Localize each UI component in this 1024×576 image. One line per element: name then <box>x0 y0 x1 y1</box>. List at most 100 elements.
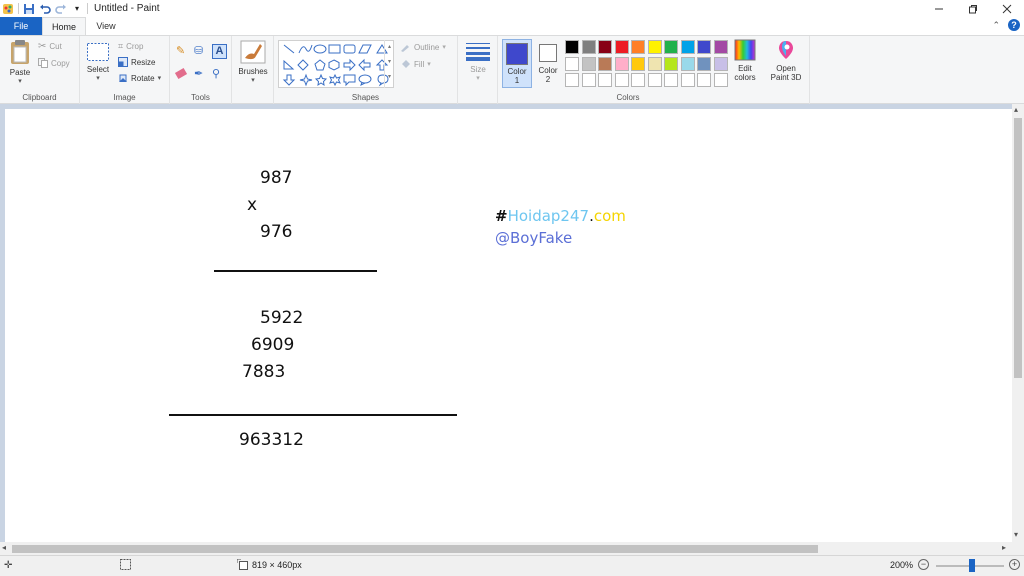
horizontal-scroll-thumb[interactable] <box>12 545 818 553</box>
watermark-brand: #Hoidap247.com <box>495 207 626 225</box>
vertical-scrollbar[interactable]: ▴ ▾ <box>1012 104 1024 542</box>
open-paint3d-button[interactable]: Open Paint 3D <box>766 39 806 82</box>
palette-swatch[interactable] <box>647 40 662 54</box>
watermark-brand-part2: com <box>593 207 626 225</box>
shapes-scroll[interactable]: ▴ ▾ ▾ <box>384 40 394 88</box>
help-icon[interactable]: ? <box>1008 19 1020 31</box>
color1-label: Color <box>507 67 527 76</box>
magnifier-icon[interactable]: ⚲ <box>212 67 228 80</box>
minimize-icon[interactable] <box>922 0 956 17</box>
canvas-text-multiplier: 976 <box>260 222 293 242</box>
palette-swatch[interactable] <box>565 56 579 71</box>
palette-swatch[interactable] <box>664 56 678 71</box>
canvas-text-partial1: 5922 <box>260 308 304 328</box>
palette-swatch[interactable] <box>614 56 629 71</box>
palette-swatch[interactable] <box>697 73 711 87</box>
palette-swatch[interactable] <box>631 40 645 54</box>
window-title: Untitled - Paint <box>94 3 160 14</box>
crop-button[interactable]: ⌗ Crop <box>118 41 143 52</box>
zoom-in-icon[interactable]: + <box>1009 559 1020 570</box>
selection-size-icon <box>120 559 131 573</box>
palette-swatch[interactable] <box>565 73 579 87</box>
shapes-gallery[interactable] <box>278 40 394 88</box>
palette-swatch[interactable] <box>631 73 645 87</box>
watermark-brand-part1: Hoidap247 <box>507 207 590 225</box>
collapse-ribbon-icon[interactable]: ⌃ <box>992 20 1000 31</box>
palette-swatch[interactable] <box>598 40 612 54</box>
text-tool-icon[interactable]: A <box>212 44 227 59</box>
palette-swatch[interactable] <box>581 40 596 54</box>
palette-swatch[interactable] <box>680 40 695 54</box>
scroll-right-icon[interactable]: ▸ <box>1002 543 1006 552</box>
scroll-left-icon[interactable]: ◂ <box>2 543 6 552</box>
color-palette <box>565 40 730 88</box>
resize-button[interactable]: Resize <box>118 57 155 67</box>
paint3d-icon <box>779 41 793 59</box>
palette-swatch[interactable] <box>581 56 596 71</box>
canvas-text-operator: x <box>247 195 258 215</box>
color2-button[interactable]: Color 2 <box>534 39 562 88</box>
scroll-down-icon[interactable]: ▾ <box>1014 530 1018 539</box>
paint-app-icon[interactable] <box>2 3 14 15</box>
size-button[interactable]: Size ▾ <box>464 42 492 82</box>
color-picker-icon[interactable]: ✒ <box>194 67 210 80</box>
paste-button[interactable]: Paste ▾ <box>6 39 34 87</box>
status-bar: ✛ 819 × 460px 200% − + <box>0 555 1024 576</box>
palette-swatch[interactable] <box>614 73 629 87</box>
horizontal-scrollbar[interactable]: ◂ ▸ <box>0 542 1012 555</box>
palette-swatch[interactable] <box>713 40 728 54</box>
palette-swatch[interactable] <box>598 56 612 71</box>
palette-swatch[interactable] <box>581 73 596 87</box>
palette-swatch[interactable] <box>713 56 728 71</box>
palette-swatch[interactable] <box>647 73 662 87</box>
brushes-label: Brushes <box>238 67 268 76</box>
rotate-icon <box>119 74 127 82</box>
tools-group: ✎ ⛁ A ✒ ⚲ Tools <box>170 36 232 104</box>
paste-label: Paste <box>9 68 31 77</box>
save-icon[interactable] <box>23 3 35 15</box>
customize-toolbar-icon[interactable]: ▾ <box>71 3 83 15</box>
palette-swatch[interactable] <box>680 56 695 71</box>
close-icon[interactable] <box>990 0 1024 17</box>
palette-swatch[interactable] <box>598 73 612 87</box>
color1-swatch <box>506 43 528 65</box>
rotate-button[interactable]: Rotate ▾ <box>118 73 161 83</box>
outline-button[interactable]: Outline ▾ <box>400 42 446 52</box>
palette-swatch[interactable] <box>647 56 662 71</box>
redo-icon[interactable] <box>55 3 67 15</box>
pencil-icon[interactable]: ✎ <box>176 44 192 59</box>
palette-swatch[interactable] <box>631 56 645 71</box>
color1-button[interactable]: Color 1 <box>502 39 532 88</box>
palette-swatch[interactable] <box>697 40 711 54</box>
restore-icon[interactable] <box>956 0 990 17</box>
ribbon: Paste ▾ ✂ Cut Copy Clipboard Select ▾ ⌗ … <box>0 35 1024 104</box>
vertical-scroll-thumb[interactable] <box>1014 118 1022 378</box>
zoom-out-icon[interactable]: − <box>918 559 929 570</box>
cursor-position-icon: ✛ <box>4 560 13 571</box>
cut-button[interactable]: ✂ Cut <box>38 41 62 52</box>
palette-swatch[interactable] <box>614 40 629 54</box>
palette-swatch[interactable] <box>680 73 695 87</box>
undo-icon[interactable] <box>39 3 51 15</box>
fill-bucket-icon[interactable]: ⛁ <box>194 44 210 59</box>
select-button[interactable]: Select ▾ <box>84 42 112 82</box>
tab-home[interactable]: Home <box>42 17 86 35</box>
fill-button[interactable]: Fill ▾ <box>400 59 431 69</box>
crop-icon: ⌗ <box>118 41 124 51</box>
edit-colors-button[interactable]: Edit colors <box>730 39 760 82</box>
eraser-icon[interactable] <box>174 67 188 80</box>
brushes-button[interactable]: Brushes ▾ <box>236 40 270 84</box>
tab-view[interactable]: View <box>86 17 126 35</box>
zoom-slider-thumb[interactable] <box>969 559 975 572</box>
drawing-canvas[interactable]: 987 x 976 5922 6909 7883 963312 #Hoidap2… <box>5 109 1012 542</box>
palette-swatch[interactable] <box>713 73 728 87</box>
tab-file[interactable]: File <box>0 17 42 35</box>
palette-swatch[interactable] <box>565 40 579 54</box>
palette-swatch[interactable] <box>664 73 678 87</box>
scroll-up-icon[interactable]: ▴ <box>1014 105 1018 114</box>
shapes-group-label: Shapes <box>351 93 380 102</box>
palette-swatch[interactable] <box>664 40 678 54</box>
image-group: Select ▾ ⌗ Crop Resize Rotate ▾ Image <box>80 36 170 104</box>
copy-button[interactable]: Copy <box>38 58 70 68</box>
palette-swatch[interactable] <box>697 56 711 71</box>
